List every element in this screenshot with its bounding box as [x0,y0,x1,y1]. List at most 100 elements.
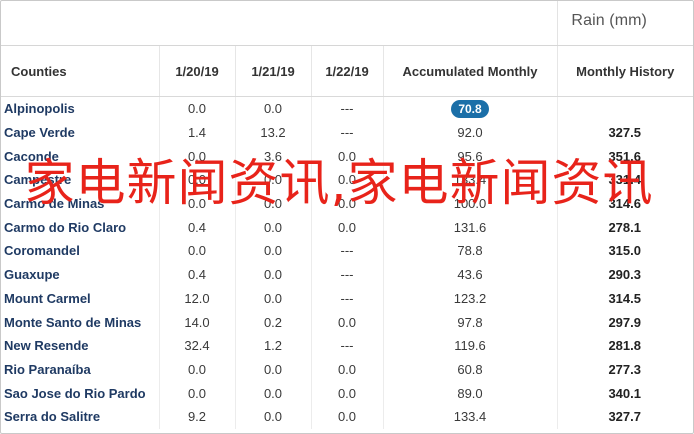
county-cell: Monte Santo de Minas [4,314,142,330]
rain-day-2-cell: 0.0 [234,215,311,240]
col-header-counties[interactable]: Counties [1,46,159,97]
rain-day-2-cell: 0.0 [234,191,311,216]
rain-day-3-cell: 0.0 [310,310,383,334]
rain-day-1-cell: 0.0 [158,357,235,382]
history-cell: 314.5 [556,286,693,311]
history-cell: 327.7 [556,404,693,429]
rain-day-3-cell: 0.0 [310,381,383,405]
county-cell: Campestre [4,172,72,188]
accumulated-cell: 70.8 [382,96,557,121]
table-row[interactable]: Rio Paranaíba 0.0 0.0 0.0 60.8 277.3 [1,357,693,382]
accumulated-cell: 97.8 [382,310,557,334]
rain-day-1-cell: 0.0 [158,144,235,169]
rain-day-1-cell: 12.0 [158,286,235,311]
rain-day-2-cell: 0.0 [234,262,311,287]
accumulated-cell: 89.0 [382,381,557,405]
rain-day-2-cell: 1.2 [234,333,311,358]
rain-day-2-cell: 0.0 [234,286,311,311]
rain-day-2-cell: 3.6 [234,144,311,169]
table-row[interactable]: Guaxupe 0.4 0.0 --- 43.6 290.3 [1,262,693,287]
rain-day-3-cell: 0.0 [310,191,383,216]
rain-day-1-cell: 0.4 [158,215,235,240]
rain-day-2-cell: 0.0 [234,381,311,405]
rain-day-1-cell: 0.4 [158,262,235,287]
accumulated-cell: 92.0 [382,120,557,145]
table-row[interactable]: Sao Jose do Rio Pardo 0.0 0.0 0.0 89.0 340.1 [1,381,693,405]
table-row[interactable]: Carmo de Minas 0.0 0.0 0.0 100.0 314.6 [1,191,693,216]
history-cell: 278.1 [556,215,693,240]
rain-day-3-cell: 0.0 [310,144,383,169]
county-cell: New Resende [4,338,89,354]
county-cell: Mount Carmel [4,290,91,306]
accumulated-cell: 95.6 [382,144,557,169]
accumulated-cell: 131.6 [382,215,557,240]
rain-table-widget: Rain (mm) Counties 1/20/19 1/21/19 1/22/… [0,0,694,434]
rain-day-1-cell: 0.0 [158,168,235,192]
table-header-row: Counties 1/20/19 1/21/19 1/22/19 Accumul… [1,46,693,97]
unit-label: Rain (mm) [571,12,647,29]
county-cell: Guaxupe [4,267,60,283]
rain-day-2-cell: 0.0 [234,404,311,429]
table-row[interactable]: Monte Santo de Minas 14.0 0.2 0.0 97.8 297.9 [1,310,693,334]
rain-day-1-cell: 0.0 [158,239,235,263]
rain-day-1-cell: 0.0 [158,381,235,405]
col-header-date-3[interactable]: 1/22/19 [310,46,383,97]
rain-day-3-cell: --- [310,239,383,263]
rain-day-3-cell: --- [310,96,383,121]
accumulated-cell: 133.4 [382,168,557,192]
header-divider [557,1,558,45]
table-row[interactable]: Campestre 0.0 0.0 0.0 133.4 331.4 [1,168,693,192]
county-cell: Cape Verde [4,125,75,141]
rain-day-1-cell: 9.2 [158,404,235,429]
history-cell: 327.5 [556,120,693,145]
rain-day-2-cell: 13.2 [234,120,311,145]
county-cell: Carmo do Rio Claro [4,219,127,235]
unit-header: Rain (mm) [1,1,693,46]
col-header-history[interactable]: Monthly History [556,46,693,97]
rain-day-3-cell: 0.0 [310,215,383,240]
rain-day-3-cell: --- [310,333,383,358]
col-header-accumulated[interactable]: Accumulated Monthly [382,46,557,97]
rain-day-1-cell: 32.4 [158,333,235,358]
history-cell: 277.3 [556,357,693,382]
table-row[interactable]: Carmo do Rio Claro 0.4 0.0 0.0 131.6 278.1 [1,215,693,240]
accumulated-cell: 43.6 [382,262,557,287]
history-cell: 297.9 [556,310,693,334]
rain-day-3-cell: 0.0 [310,404,383,429]
table-row[interactable]: Caconde 0.0 3.6 0.0 95.6 351.6 [1,144,693,169]
rain-day-1-cell: 0.0 [158,96,235,121]
rain-day-2-cell: 0.0 [234,168,311,192]
history-cell: 315.0 [556,239,693,263]
accumulated-cell: 100.0 [382,191,557,216]
col-header-date-2[interactable]: 1/21/19 [234,46,311,97]
history-cell: 340.1 [556,381,693,405]
rain-day-3-cell: 0.0 [310,357,383,382]
rain-day-3-cell: --- [310,120,383,145]
accumulated-cell: 60.8 [382,357,557,382]
county-cell: Sao Jose do Rio Pardo [4,385,146,401]
history-cell: 331.4 [556,168,693,192]
table-row[interactable]: Mount Carmel 12.0 0.0 --- 123.2 314.5 [1,286,693,311]
history-cell: 314.6 [556,191,693,216]
table-row[interactable]: Alpinopolis 0.0 0.0 --- 70.8 [1,96,693,121]
county-cell: Serra do Salitre [4,409,101,425]
history-cell: 351.6 [556,144,693,169]
rain-day-3-cell: 0.0 [310,168,383,192]
accumulated-cell: 133.4 [382,404,557,429]
rain-day-2-cell: 0.0 [234,357,311,382]
rain-day-3-cell: --- [310,286,383,311]
county-cell: Caconde [4,148,59,164]
accumulated-cell: 123.2 [382,286,557,311]
table-body: Alpinopolis 0.0 0.0 --- 70.8 Cape Verde 1.4 13.… [1,96,693,429]
table-row[interactable]: New Resende 32.4 1.2 --- 119.6 281.8 [1,333,693,358]
col-header-date-1[interactable]: 1/20/19 [158,46,235,97]
table-row[interactable]: Cape Verde 1.4 13.2 --- 92.0 327.5 [1,120,693,145]
rain-day-2-cell: 0.0 [234,96,311,121]
table-row[interactable]: Serra do Salitre 9.2 0.0 0.0 133.4 327.7 [1,404,693,429]
accumulated-cell: 119.6 [382,333,557,358]
accumulated-cell: 78.8 [382,239,557,263]
county-cell: Carmo de Minas [4,196,105,212]
rain-day-2-cell: 0.2 [234,310,311,334]
rain-day-1-cell: 1.4 [158,120,235,145]
table-row[interactable]: Coromandel 0.0 0.0 --- 78.8 315.0 [1,239,693,263]
